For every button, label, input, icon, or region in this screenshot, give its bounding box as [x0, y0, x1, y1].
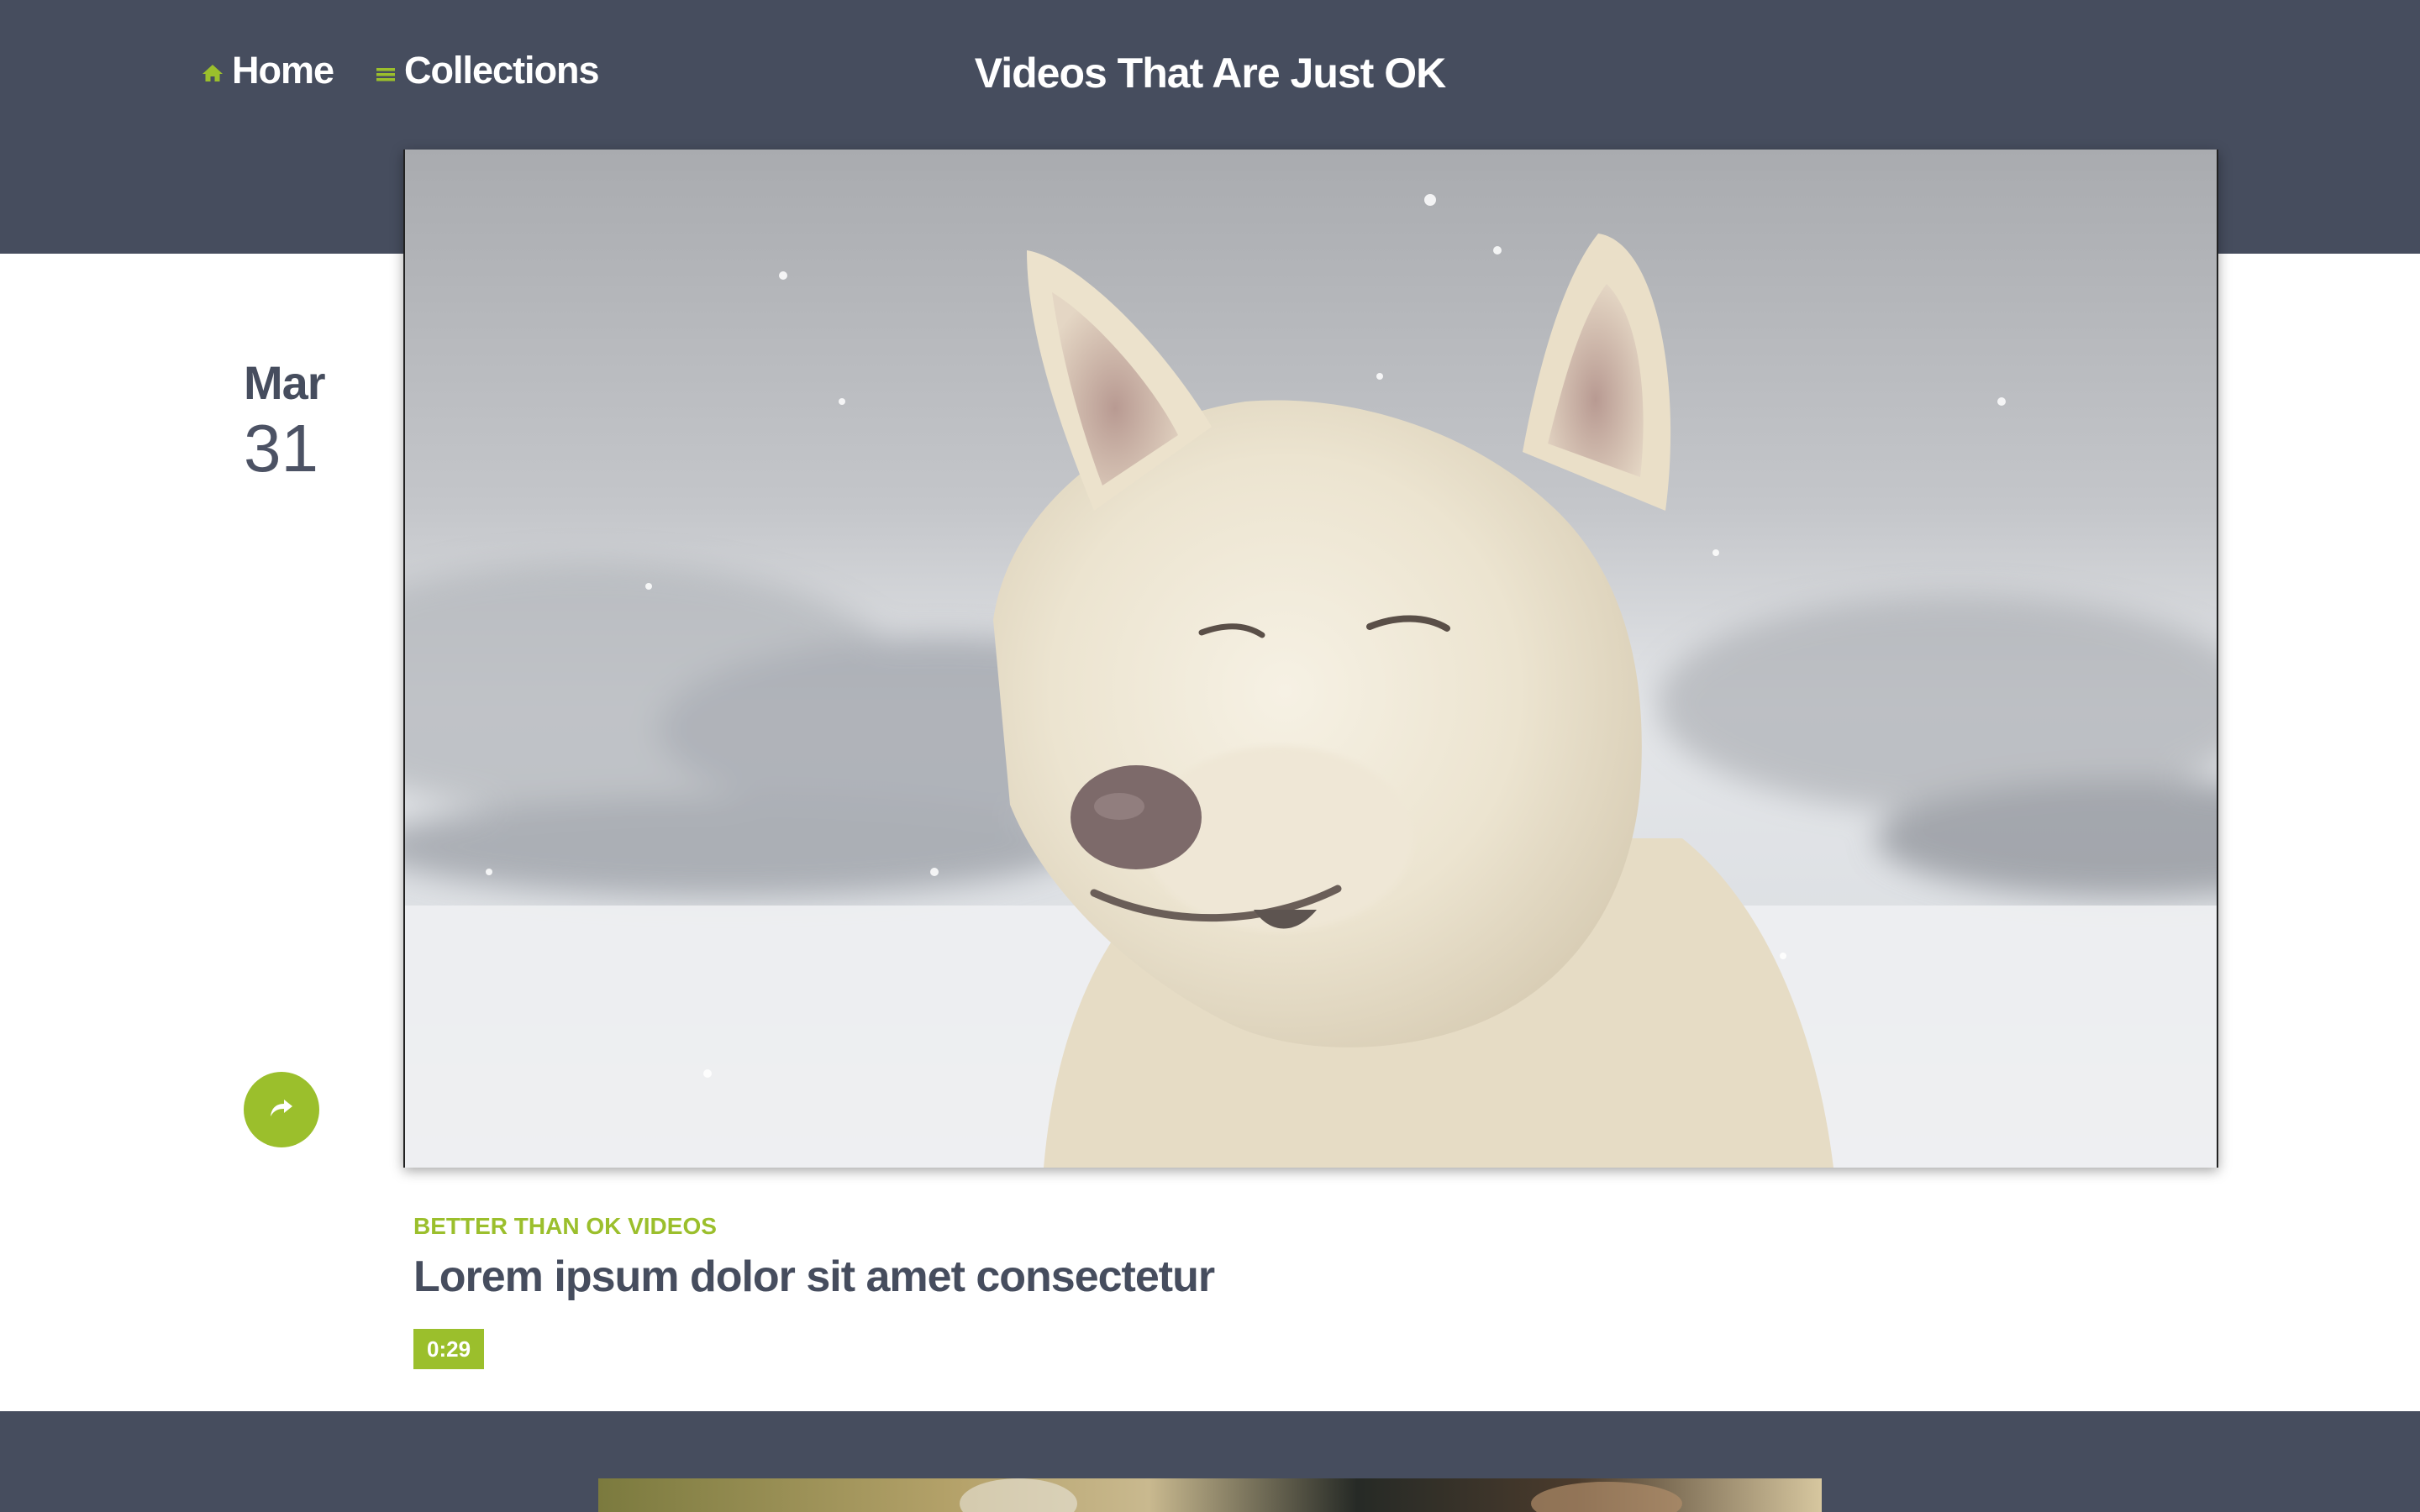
video-thumbnail-white-dog	[405, 150, 2217, 1168]
share-button[interactable]	[244, 1072, 319, 1147]
post-date: Mar 31	[244, 356, 326, 486]
page: Home Collections Videos That Are Just OK…	[0, 0, 2420, 1512]
date-month: Mar	[244, 356, 326, 409]
date-day: 31	[244, 411, 318, 486]
post-title[interactable]: Lorem ipsum dolor sit amet consectetur	[413, 1252, 1215, 1302]
video-player[interactable]	[403, 150, 2218, 1168]
duration-badge: 0:29	[413, 1329, 485, 1369]
site-title[interactable]: Videos That Are Just OK	[0, 49, 2420, 97]
next-video-thumbnail[interactable]	[598, 1478, 1822, 1512]
share-icon	[269, 1097, 294, 1123]
next-video-image	[598, 1478, 1822, 1512]
post-category[interactable]: BETTER THAN OK VIDEOS	[413, 1213, 717, 1240]
